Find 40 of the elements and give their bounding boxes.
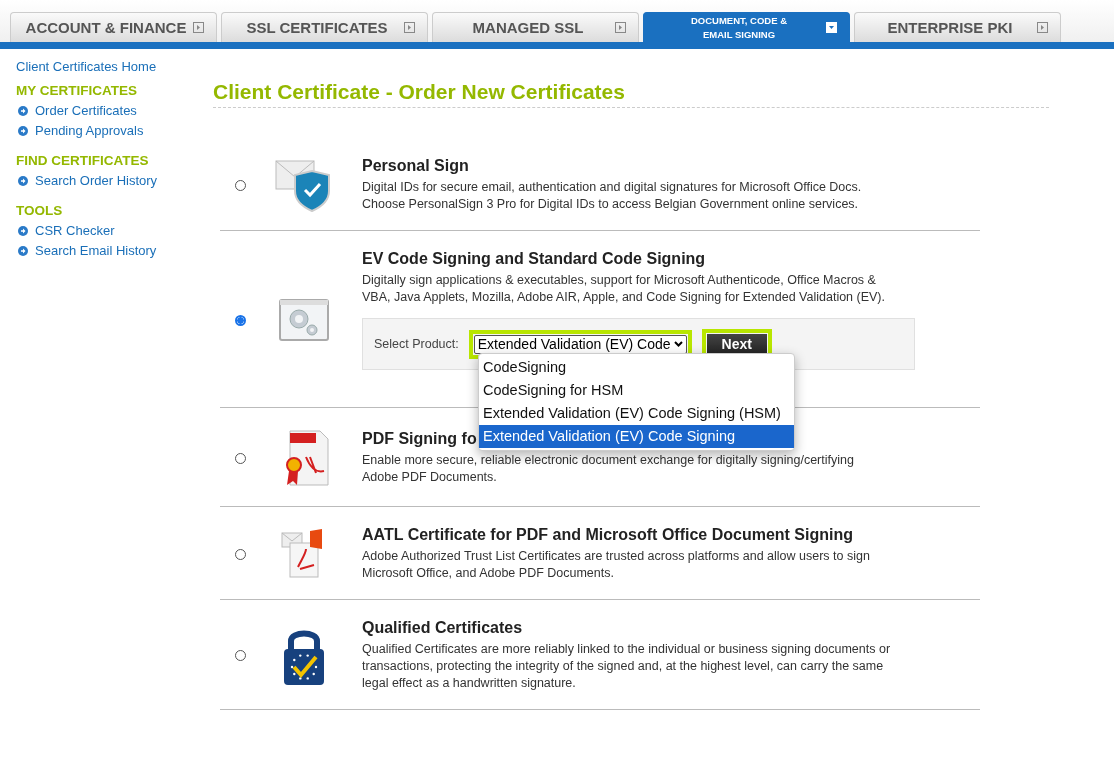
product-description: Enable more secure, reliable electronic document exchange for digitally signing/certifying Adobe PDF Documents. — [362, 452, 855, 486]
sidebar-link[interactable]: Client Certificates Home — [16, 59, 200, 74]
chevron-down-icon — [673, 341, 683, 347]
product-name: Qualified Certificates — [362, 619, 523, 637]
product-name: Personal Sign — [362, 157, 469, 175]
sidebar-item[interactable]: Search Email History — [16, 241, 200, 261]
bullet-arrow-icon — [18, 245, 28, 256]
nav-tab[interactable]: MANAGED SSL — [432, 12, 639, 42]
nav-tab[interactable]: SSL CERTIFICATES — [221, 12, 428, 42]
product-description: Adobe Authorized Trust List Certificates are trusted across platforms and allow users to sign Microsoft Office, and Adobe PDF Documents. — [362, 548, 871, 582]
bullet-arrow-icon — [18, 105, 28, 116]
product-name: EV Code Signing and Standard Code Signing — [362, 250, 706, 268]
product-description: Digital IDs for secure email, authentication and digital signatures for Microsoft Office Docs. Choose PersonalSign 3 Pro for Digital IDs to access Belgian Government online services. — [362, 179, 863, 213]
bullet-arrow-icon — [18, 125, 28, 136]
sidebar-heading: MY CERTIFICATES — [16, 83, 138, 98]
bullet-arrow-icon — [18, 175, 28, 186]
next-button[interactable]: Next — [706, 333, 767, 355]
select-label: Select Product: — [374, 337, 459, 351]
dropdown-option[interactable]: CodeSigning — [479, 356, 794, 379]
sidebar-item[interactable]: Pending Approvals — [16, 121, 200, 141]
product-select[interactable]: Extended Validation (EV) Code — [473, 334, 687, 354]
window-gears-icon — [279, 299, 329, 341]
nav-tab[interactable]: ACCOUNT & FINANCE — [10, 12, 217, 42]
dropdown-option[interactable]: Extended Validation (EV) Code Signing (HSM) — [479, 402, 794, 425]
nav-tab[interactable]: ENTERPRISE PKI — [854, 12, 1061, 42]
dropdown-option[interactable]: Extended Validation (EV) Code Signing — [479, 425, 794, 448]
sidebar-item[interactable]: Search Order History — [16, 171, 200, 191]
product-description: Qualified Certificates are more reliably linked to the individual or business signing documents or transactions, protecting the integrity of the signed and, at the highest level, can carry the same legal effect as a handwritten signature. — [362, 641, 892, 692]
sidebar-heading: TOOLS — [16, 203, 64, 218]
page-title: Client Certificate - Order New Certificates — [213, 80, 1049, 108]
nav-tab[interactable]: DOCUMENT, CODE & EMAIL SIGNING — [643, 12, 850, 42]
sidebar-item[interactable]: CSR Checker — [16, 221, 200, 241]
product-name: PDF Signing fo — [362, 430, 477, 448]
product-name: AATL Certificate for PDF and Microsoft Office Document Signing — [362, 526, 853, 544]
dropdown-option[interactable]: CodeSigning for HSM — [479, 379, 794, 402]
bullet-arrow-icon — [18, 225, 28, 236]
product-description: Digitally sign applications & executables, support for Microsoft Authenticode, Office Macros & VBA, Java Applets, Mozilla, Adobe AIR, Apple, and Code Signing for Extended Validation (EV). — [362, 272, 886, 306]
radio-button[interactable] — [235, 314, 246, 326]
sidebar-heading: FIND CERTIFICATES — [16, 153, 150, 168]
sidebar-item[interactable]: Order Certificates — [16, 101, 200, 121]
